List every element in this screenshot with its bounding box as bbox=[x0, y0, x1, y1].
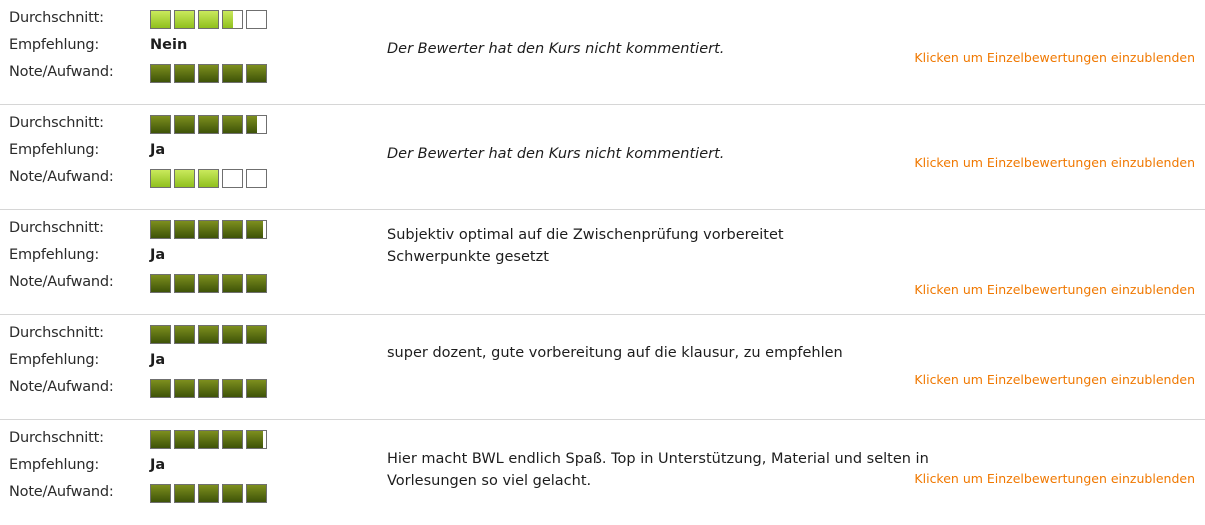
grade-effort-rating-bar bbox=[150, 484, 267, 504]
rating-square bbox=[198, 10, 219, 29]
rating-square bbox=[150, 430, 171, 449]
rating-square bbox=[198, 379, 219, 398]
rating-square bbox=[246, 430, 267, 449]
rating-square bbox=[150, 64, 171, 83]
average-label: Durchschnitt: bbox=[9, 325, 104, 341]
rating-square bbox=[150, 325, 171, 344]
rating-square bbox=[174, 169, 195, 188]
rating-square bbox=[246, 10, 267, 29]
rating-square bbox=[198, 64, 219, 83]
rating-square bbox=[174, 484, 195, 503]
review-comment: Subjektiv optimal auf die Zwischenprüfun… bbox=[387, 227, 784, 265]
rating-square bbox=[222, 484, 243, 503]
rating-square bbox=[246, 220, 267, 239]
review-list: Durchschnitt: Empfehlung: Note/Aufwand: … bbox=[0, 0, 1205, 525]
rating-square bbox=[246, 484, 267, 503]
rating-square bbox=[174, 325, 195, 344]
rating-square bbox=[246, 115, 267, 134]
rating-square bbox=[222, 325, 243, 344]
rating-square bbox=[222, 220, 243, 239]
review-row: Durchschnitt: Empfehlung: Note/Aufwand: … bbox=[0, 105, 1205, 210]
rating-square bbox=[198, 484, 219, 503]
average-rating-bar bbox=[150, 10, 267, 30]
recommendation-label: Empfehlung: bbox=[9, 247, 100, 263]
grade-effort-rating-bar bbox=[150, 169, 267, 189]
rating-square bbox=[174, 220, 195, 239]
grade-effort-rating-bar bbox=[150, 379, 267, 399]
show-individual-ratings-link[interactable]: Klicken um Einzelbewertungen einzublende… bbox=[914, 282, 1195, 297]
rating-square bbox=[222, 115, 243, 134]
rating-square bbox=[174, 64, 195, 83]
rating-square bbox=[150, 484, 171, 503]
rating-square bbox=[150, 169, 171, 188]
rating-square bbox=[150, 115, 171, 134]
rating-square bbox=[150, 379, 171, 398]
show-individual-ratings-link[interactable]: Klicken um Einzelbewertungen einzublende… bbox=[914, 50, 1195, 65]
rating-square bbox=[222, 274, 243, 293]
average-rating-bar bbox=[150, 220, 267, 240]
grade-effort-label: Note/Aufwand: bbox=[9, 274, 114, 290]
rating-square bbox=[246, 379, 267, 398]
review-comment: Der Bewerter hat den Kurs nicht kommenti… bbox=[387, 41, 725, 57]
average-rating-bar bbox=[150, 115, 267, 135]
recommendation-value: Ja bbox=[150, 142, 166, 158]
grade-effort-rating-bar bbox=[150, 64, 267, 84]
rating-square bbox=[222, 379, 243, 398]
review-row: Durchschnitt: Empfehlung: Note/Aufwand: … bbox=[0, 420, 1205, 525]
show-individual-ratings-link[interactable]: Klicken um Einzelbewertungen einzublende… bbox=[914, 155, 1195, 170]
rating-square bbox=[150, 10, 171, 29]
recommendation-value: Ja bbox=[150, 457, 166, 473]
grade-effort-rating-bar bbox=[150, 274, 267, 294]
rating-square bbox=[198, 274, 219, 293]
rating-square bbox=[198, 325, 219, 344]
show-individual-ratings-link[interactable]: Klicken um Einzelbewertungen einzublende… bbox=[914, 372, 1195, 387]
average-label: Durchschnitt: bbox=[9, 10, 104, 26]
rating-square bbox=[150, 274, 171, 293]
average-label: Durchschnitt: bbox=[9, 220, 104, 236]
review-row: Durchschnitt: Empfehlung: Note/Aufwand: … bbox=[0, 315, 1205, 420]
review-row: Durchschnitt: Empfehlung: Note/Aufwand: … bbox=[0, 210, 1205, 315]
average-label: Durchschnitt: bbox=[9, 430, 104, 446]
rating-square bbox=[246, 274, 267, 293]
average-label: Durchschnitt: bbox=[9, 115, 104, 131]
recommendation-label: Empfehlung: bbox=[9, 142, 100, 158]
rating-square bbox=[246, 169, 267, 188]
rating-square bbox=[174, 10, 195, 29]
grade-effort-label: Note/Aufwand: bbox=[9, 484, 114, 500]
rating-square bbox=[222, 430, 243, 449]
review-comment: Hier macht BWL endlich Spaß. Top in Unte… bbox=[387, 451, 929, 489]
grade-effort-label: Note/Aufwand: bbox=[9, 379, 114, 395]
review-comment: super dozent, gute vorbereitung auf die … bbox=[387, 345, 843, 361]
recommendation-label: Empfehlung: bbox=[9, 352, 100, 368]
rating-square bbox=[246, 64, 267, 83]
rating-square bbox=[198, 169, 219, 188]
average-rating-bar bbox=[150, 325, 267, 345]
rating-square bbox=[174, 274, 195, 293]
rating-square bbox=[222, 169, 243, 188]
rating-square bbox=[198, 430, 219, 449]
rating-square bbox=[222, 64, 243, 83]
recommendation-value: Ja bbox=[150, 352, 166, 368]
review-comment: Der Bewerter hat den Kurs nicht kommenti… bbox=[387, 146, 725, 162]
rating-square bbox=[246, 325, 267, 344]
rating-square bbox=[174, 115, 195, 134]
rating-square bbox=[198, 115, 219, 134]
recommendation-value: Nein bbox=[150, 37, 188, 53]
rating-square bbox=[198, 220, 219, 239]
rating-square bbox=[174, 379, 195, 398]
review-row: Durchschnitt: Empfehlung: Note/Aufwand: … bbox=[0, 0, 1205, 105]
recommendation-value: Ja bbox=[150, 247, 166, 263]
grade-effort-label: Note/Aufwand: bbox=[9, 169, 114, 185]
recommendation-label: Empfehlung: bbox=[9, 457, 100, 473]
average-rating-bar bbox=[150, 430, 267, 450]
grade-effort-label: Note/Aufwand: bbox=[9, 64, 114, 80]
recommendation-label: Empfehlung: bbox=[9, 37, 100, 53]
rating-square bbox=[222, 10, 243, 29]
show-individual-ratings-link[interactable]: Klicken um Einzelbewertungen einzublende… bbox=[914, 471, 1195, 486]
rating-square bbox=[174, 430, 195, 449]
rating-square bbox=[150, 220, 171, 239]
